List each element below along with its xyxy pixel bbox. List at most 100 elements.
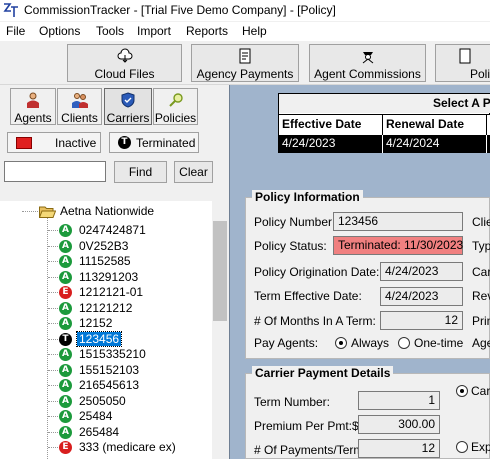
policy-status-icon: A bbox=[59, 317, 72, 330]
pay-agents-always-radio[interactable] bbox=[335, 337, 347, 349]
tab-carriers[interactable]: Carriers bbox=[104, 88, 152, 125]
tree-connector bbox=[47, 213, 48, 459]
tree-scroll-thumb[interactable] bbox=[213, 221, 227, 321]
tree-item-label: 1212121-01 bbox=[79, 285, 144, 299]
policy-status-icon: A bbox=[59, 410, 72, 423]
carrier-tree[interactable]: Aetna Nationwide A 0247424871 A 0V252B3 A 111… bbox=[0, 201, 212, 459]
app-logo-icon bbox=[3, 3, 18, 17]
window-title: CommissionTracker - [Trial Five Demo Com… bbox=[24, 3, 336, 17]
policies-button[interactable]: Poli bbox=[435, 44, 490, 82]
cloud-files-button[interactable]: Cloud Files bbox=[67, 44, 182, 82]
find-button[interactable]: Find bbox=[114, 161, 167, 183]
title-bar: CommissionTracker - [Trial Five Demo Com… bbox=[0, 0, 490, 21]
tree-item-label: 12152 bbox=[79, 316, 113, 330]
primary-label: Prin bbox=[472, 314, 490, 328]
inactive-filter-label: Inactive bbox=[55, 136, 97, 150]
carrier-label: Car bbox=[472, 265, 490, 279]
tree-connector-branch bbox=[48, 431, 58, 433]
client-label: Clie bbox=[472, 215, 490, 229]
tree-connector-branch bbox=[48, 447, 58, 448]
inactive-flag-icon bbox=[16, 137, 32, 149]
expense-option-radio[interactable] bbox=[456, 441, 468, 453]
tab-agents-label: Agents bbox=[14, 111, 52, 125]
inactive-filter-button[interactable]: Inactive bbox=[7, 132, 101, 153]
clients-icon bbox=[71, 93, 88, 108]
shield-icon bbox=[121, 92, 135, 108]
grid-header-renewal[interactable]: Renewal Date bbox=[383, 114, 487, 135]
agent-commissions-button[interactable]: Agent Commissions bbox=[309, 44, 426, 82]
policy-number-field[interactable]: 123456 bbox=[333, 212, 463, 231]
tree-item-label: 25484 bbox=[79, 409, 113, 423]
origination-date-field[interactable]: 4/24/2023 bbox=[380, 262, 463, 281]
tab-agents[interactable]: Agents bbox=[10, 88, 56, 125]
tab-policies[interactable]: Policies bbox=[153, 88, 198, 125]
tree-item-label: 0247424871 bbox=[79, 223, 146, 237]
policy-status-label: Policy Status: bbox=[254, 239, 327, 253]
toolbar: Cloud Files Agency Payments Agent Commis… bbox=[0, 41, 490, 85]
policy-status-icon: A bbox=[59, 394, 72, 408]
terminated-status-icon: T bbox=[118, 136, 131, 149]
tree-item-label: 123456 bbox=[75, 330, 123, 347]
tree-item-label: 333 (medicare ex) bbox=[79, 440, 176, 454]
premium-field[interactable]: 300.00 bbox=[358, 415, 440, 434]
tree-item-label: 155152103 bbox=[79, 362, 140, 377]
policy-number-label: Policy Number: bbox=[254, 215, 336, 229]
term-number-label: Term Number: bbox=[254, 395, 331, 409]
months-in-term-field[interactable]: 12 bbox=[380, 311, 463, 330]
pay-agents-onetime-label: One-time bbox=[414, 336, 464, 350]
policies-label: Poli bbox=[470, 67, 490, 81]
tab-clients[interactable]: Clients bbox=[57, 88, 102, 125]
grid-title: Select A P bbox=[279, 94, 490, 113]
policy-status-icon: A bbox=[59, 270, 72, 284]
pay-agents-onetime-radio[interactable] bbox=[398, 337, 410, 349]
carrier-option-radio[interactable] bbox=[456, 385, 468, 397]
agent-commissions-label: Agent Commissions bbox=[314, 67, 421, 81]
policies-icon bbox=[459, 48, 471, 64]
tree-item-label: 11152585 bbox=[79, 254, 131, 268]
tree-item-label: 265484 bbox=[79, 424, 120, 439]
grid-cell-renewal[interactable]: 4/24/2024 bbox=[383, 135, 487, 153]
policy-status-icon: A bbox=[59, 255, 72, 268]
policy-status-icon: A bbox=[59, 379, 72, 392]
tree-connector-branch bbox=[48, 385, 58, 386]
tree-connector-branch bbox=[48, 307, 58, 309]
policy-status-icon: A bbox=[59, 301, 72, 315]
menu-bar: File Options Tools Import Reports Help bbox=[0, 22, 490, 41]
policy-information-title: Policy Information bbox=[252, 190, 363, 204]
tree-connector-branch bbox=[48, 400, 58, 402]
term-effective-date-field[interactable]: 4/24/2023 bbox=[380, 287, 463, 306]
root-connector bbox=[22, 211, 38, 212]
carrier-option-label: Carr bbox=[471, 384, 490, 398]
document-icon bbox=[239, 48, 251, 64]
term-number-field[interactable]: 1 bbox=[358, 391, 440, 410]
menu-options[interactable]: Options bbox=[39, 24, 80, 38]
tree-connector-branch bbox=[48, 276, 58, 278]
payments-per-term-field[interactable]: 12 bbox=[358, 439, 440, 458]
menu-tools[interactable]: Tools bbox=[96, 24, 124, 38]
agent-label: Age bbox=[472, 336, 490, 350]
terminated-filter-button[interactable]: T Terminated bbox=[109, 132, 199, 153]
menu-reports[interactable]: Reports bbox=[186, 24, 228, 38]
clear-button[interactable]: Clear bbox=[174, 161, 213, 183]
left-panel: Agents Clients Carriers Policies Inactiv… bbox=[0, 85, 228, 459]
grid-cell-effective[interactable]: 4/24/2023 bbox=[279, 135, 383, 153]
policy-terms-grid[interactable]: Select A P Effective Date Renewal Date S… bbox=[278, 93, 490, 153]
expense-option-label: Expe bbox=[471, 440, 490, 454]
agency-payments-button[interactable]: Agency Payments bbox=[191, 44, 299, 82]
pay-agents-always-label: Always bbox=[351, 336, 390, 350]
tree-item-label: 216545613 bbox=[79, 378, 140, 392]
policy-status-field[interactable]: Terminated: 11/30/2023 bbox=[333, 236, 463, 255]
grid-header-effective[interactable]: Effective Date bbox=[279, 114, 383, 135]
menu-import[interactable]: Import bbox=[137, 24, 171, 38]
carrier-search-input[interactable] bbox=[4, 161, 106, 182]
menu-file[interactable]: File bbox=[6, 24, 25, 38]
agents-icon bbox=[27, 92, 39, 108]
tree-item-label: 1515335210 bbox=[79, 347, 146, 361]
tab-carriers-label: Carriers bbox=[106, 111, 150, 125]
tree-connector-branch bbox=[48, 323, 58, 324]
tree-connector-branch bbox=[48, 245, 58, 247]
tree-connector-branch bbox=[48, 230, 58, 231]
tree-item-label: 2505050 bbox=[79, 393, 126, 408]
months-in-term-label: # Of Months In A Term: bbox=[254, 314, 376, 328]
menu-help[interactable]: Help bbox=[242, 24, 267, 38]
